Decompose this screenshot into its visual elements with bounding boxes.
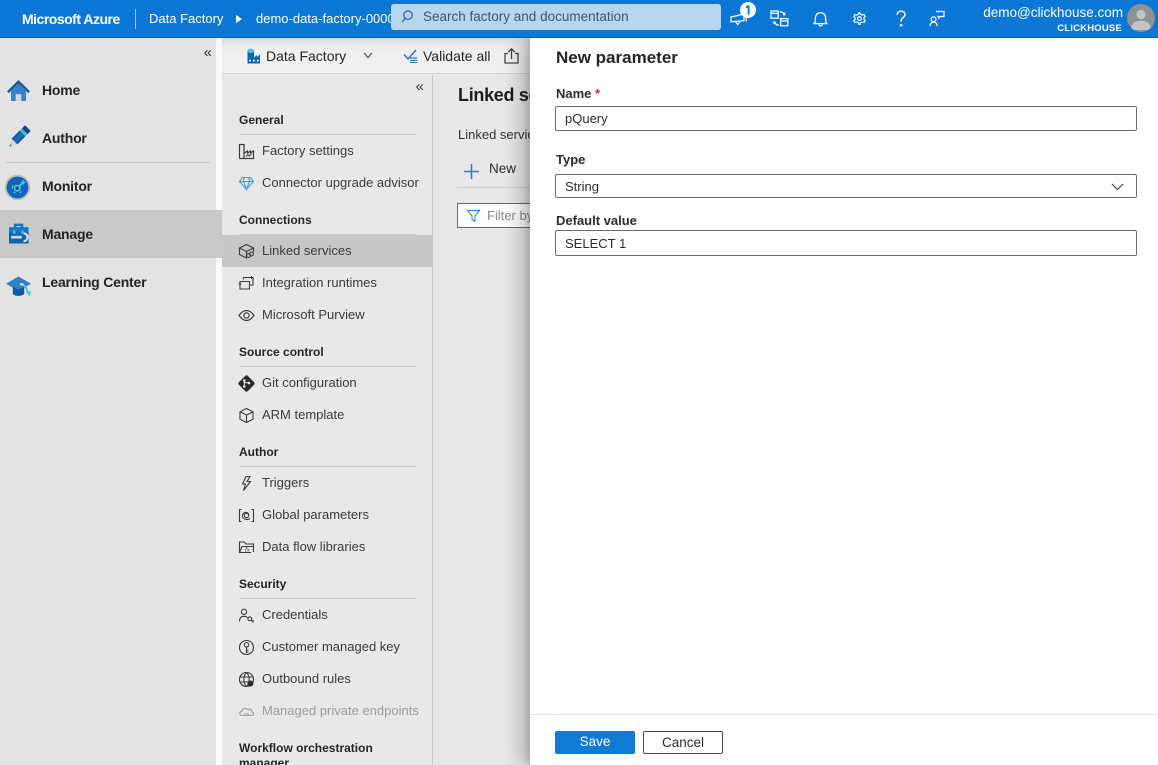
- svg-text:fx: fx: [245, 547, 250, 554]
